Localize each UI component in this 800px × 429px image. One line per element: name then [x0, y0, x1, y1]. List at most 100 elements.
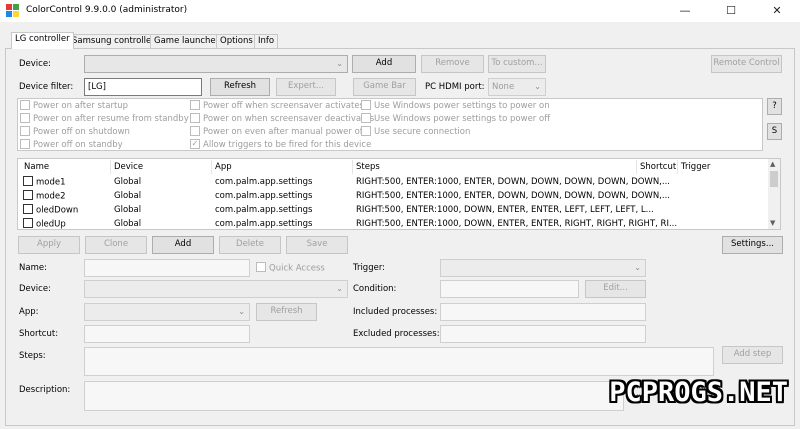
tab-game-launcher[interactable]: Game launcher	[150, 34, 224, 48]
add-step-button[interactable]: Add step	[722, 346, 783, 364]
game-bar-button[interactable]: Game Bar	[353, 78, 416, 96]
col-header-shortcut[interactable]: Shortcut	[640, 162, 676, 172]
col-header-app[interactable]: App	[215, 162, 232, 172]
steps-input[interactable]	[84, 347, 714, 376]
trigger-select[interactable]: ⌄	[440, 259, 646, 277]
col-header-name[interactable]: Name	[24, 162, 49, 172]
row-device-cell: Global	[114, 177, 142, 187]
table-row[interactable]: oledUp Global com.palm.app.settings RIGH…	[18, 218, 770, 229]
apply-button[interactable]: Apply	[18, 236, 80, 254]
checkbox[interactable]	[20, 125, 30, 136]
checkbox[interactable]	[256, 262, 266, 272]
device-filter-input[interactable]: [LG]	[84, 78, 202, 96]
steps-label: Steps:	[19, 351, 46, 361]
settings-button[interactable]: Settings...	[722, 236, 783, 254]
chevron-down-icon: ⌄	[238, 307, 245, 316]
device-form-label: Device:	[19, 284, 51, 294]
table-row[interactable]: mode1 Global com.palm.app.settings RIGHT…	[18, 176, 770, 190]
quick-access-checkbox[interactable]: Quick Access	[256, 262, 325, 274]
row-device-cell: Global	[114, 219, 142, 229]
checkbox[interactable]	[20, 99, 30, 110]
chevron-down-icon: ⌄	[336, 284, 343, 293]
device-form-select[interactable]: ⌄	[84, 280, 348, 298]
hdmi-port-select[interactable]: None ⌄	[488, 78, 546, 96]
col-divider	[636, 160, 637, 174]
checkbox[interactable]	[20, 112, 30, 123]
table-row[interactable]: mode2 Global com.palm.app.settings RIGHT…	[18, 190, 770, 204]
save-button[interactable]: Save	[286, 236, 348, 254]
option-secure-connection[interactable]: Use secure connection	[361, 125, 550, 139]
row-app-cell: com.palm.app.settings	[215, 191, 313, 201]
tab-info[interactable]: Info	[254, 34, 279, 48]
name-input[interactable]	[84, 259, 250, 277]
to-custom-button[interactable]: To custom...	[488, 55, 546, 73]
row-checkbox[interactable]	[23, 204, 33, 214]
shortcut-input[interactable]	[84, 325, 250, 343]
chevron-down-icon: ⌄	[634, 263, 641, 272]
row-steps-cell: RIGHT:500, ENTER:1000, ENTER, DOWN, DOWN…	[356, 177, 670, 187]
excluded-processes-input[interactable]	[440, 325, 646, 343]
description-label: Description:	[19, 385, 71, 395]
tab-options[interactable]: Options	[216, 34, 257, 48]
option-screensaver-off[interactable]: Power off when screensaver activates	[190, 99, 374, 113]
scroll-down-icon[interactable]: ▼	[770, 219, 775, 227]
tab-samsung-controller[interactable]: Samsung controller	[68, 34, 159, 48]
option-manual-power-off[interactable]: Power on even after manual power off	[190, 125, 374, 139]
scrollbar-thumb[interactable]	[770, 171, 778, 187]
device-select[interactable]: ⌄	[84, 55, 348, 73]
add-device-button[interactable]: Add	[352, 55, 416, 73]
tab-lg-controller[interactable]: LG controller	[11, 32, 74, 49]
condition-input[interactable]	[440, 280, 579, 298]
checkbox[interactable]	[190, 112, 200, 123]
maximize-icon[interactable]: ☐	[708, 0, 754, 22]
refresh-button[interactable]: Refresh	[210, 78, 270, 96]
checkbox[interactable]	[190, 125, 200, 136]
description-input[interactable]	[84, 381, 624, 411]
checkbox[interactable]	[361, 99, 371, 110]
table-row[interactable]: oledDown Global com.palm.app.settings RI…	[18, 204, 770, 218]
option-power-on-resume[interactable]: Power on after resume from standby	[20, 112, 189, 126]
refresh-apps-button[interactable]: Refresh	[256, 303, 317, 321]
row-checkbox[interactable]	[23, 190, 33, 200]
option-windows-power-off[interactable]: Use Windows power settings to power off	[361, 112, 550, 126]
scroll-up-icon[interactable]: ▲	[770, 160, 775, 168]
row-app-cell: com.palm.app.settings	[215, 205, 313, 215]
delete-button[interactable]: Delete	[219, 236, 281, 254]
app-select[interactable]: ⌄	[84, 303, 250, 321]
included-processes-input[interactable]	[440, 303, 646, 321]
col-header-trigger[interactable]: Trigger	[681, 162, 710, 172]
checkbox-checked[interactable]: ✓	[190, 138, 200, 149]
row-checkbox[interactable]	[23, 218, 33, 228]
checkbox[interactable]	[361, 125, 371, 136]
window-title: ColorControl 9.9.0.0 (administrator)	[26, 5, 188, 15]
option-screensaver-on[interactable]: Power on when screensaver deactivates	[190, 112, 374, 126]
remove-device-button[interactable]: Remove	[421, 55, 484, 73]
option-power-off-shutdown[interactable]: Power off on shutdown	[20, 125, 189, 139]
s-button[interactable]: S	[767, 123, 782, 140]
edit-condition-button[interactable]: Edit...	[585, 280, 646, 298]
checkbox[interactable]	[361, 112, 371, 123]
option-allow-triggers[interactable]: ✓ Allow triggers to be fired for this dev…	[190, 138, 374, 152]
row-name-cell: mode1	[23, 176, 66, 188]
remote-control-button[interactable]: Remote Control	[711, 55, 782, 73]
hdmi-port-value: None	[492, 82, 515, 92]
minimize-icon[interactable]: —	[662, 0, 708, 22]
option-windows-power-on[interactable]: Use Windows power settings to power on	[361, 99, 550, 113]
chevron-down-icon: ⌄	[534, 82, 541, 91]
col-header-device[interactable]: Device	[114, 162, 143, 172]
clone-button[interactable]: Clone	[85, 236, 147, 254]
close-icon[interactable]: ✕	[754, 0, 800, 22]
vertical-scrollbar[interactable]: ▲ ▼	[768, 159, 780, 229]
checkbox[interactable]	[190, 99, 200, 110]
col-divider	[110, 160, 111, 174]
checkbox[interactable]	[20, 138, 30, 149]
row-device-cell: Global	[114, 191, 142, 201]
option-power-on-startup[interactable]: Power on after startup	[20, 99, 189, 113]
add-preset-button[interactable]: Add	[152, 236, 214, 254]
row-checkbox[interactable]	[23, 176, 33, 186]
presets-list[interactable]: Name Device App Steps Shortcut Trigger m…	[17, 158, 781, 230]
option-power-off-standby[interactable]: Power off on standby	[20, 138, 189, 152]
expert-button[interactable]: Expert...	[276, 78, 336, 96]
col-header-steps[interactable]: Steps	[356, 162, 380, 172]
help-button[interactable]: ?	[767, 98, 782, 115]
